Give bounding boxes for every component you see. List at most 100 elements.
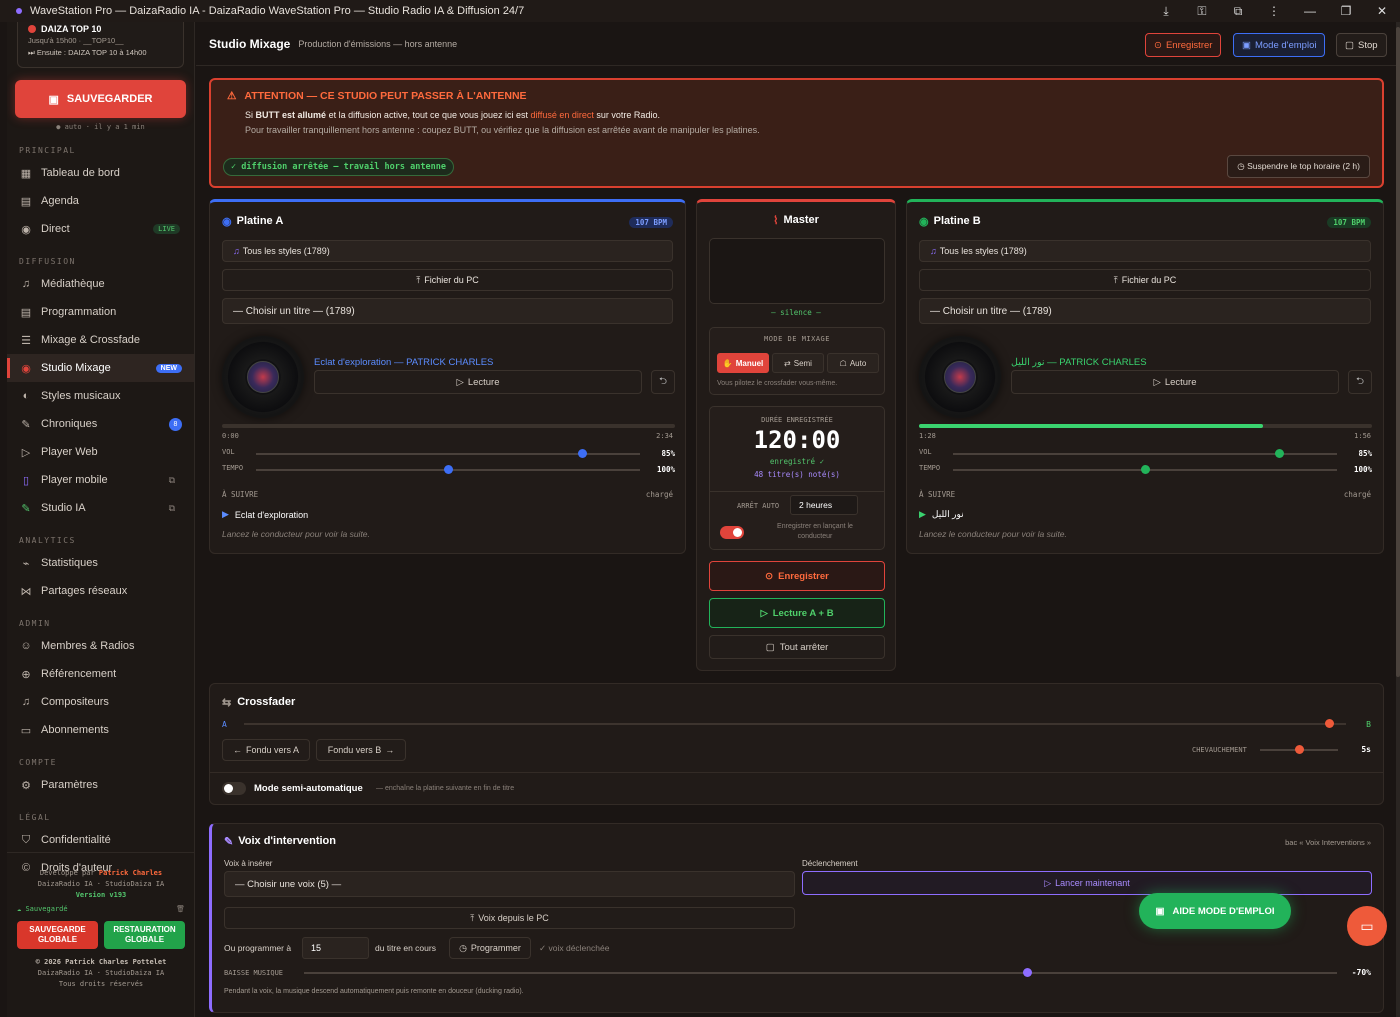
- deck-b-volume-knob[interactable]: [1275, 449, 1285, 458]
- duck-value: -70%: [1351, 968, 1371, 977]
- broadcast-status-pill: ✓ diffusion arrêtée — travail hors anten…: [223, 158, 454, 176]
- minimize-icon[interactable]: —: [1292, 4, 1328, 18]
- deck-a-time-total: 2:34: [656, 432, 673, 440]
- stop-all-button[interactable]: ▢ Tout arrêter: [709, 635, 885, 659]
- program-button[interactable]: ◷ Programmer: [449, 937, 531, 959]
- help-manual-button[interactable]: ▣ AIDE MODE D'EMPLOI: [1139, 893, 1291, 929]
- mode-semi-button[interactable]: ⇄ Semi: [772, 353, 824, 373]
- sidebar-item-chroniques[interactable]: ✎ Chroniques 8: [7, 410, 194, 438]
- semi-auto-toggle[interactable]: [222, 782, 246, 795]
- now-playing-line2: ⏭ Ensuite : DAIZA TOP 10 à 14h00: [28, 48, 147, 57]
- palette-icon: ◐: [22, 390, 30, 402]
- launch-now-button[interactable]: ▷ Lancer maintenant: [802, 871, 1372, 895]
- sidebar-item-studio-mixage[interactable]: ◉ Studio Mixage NEW: [7, 354, 194, 382]
- deck-a-track-select[interactable]: — Choisir un titre — (1789): [222, 298, 673, 324]
- sidebar-item-membres[interactable]: ☺ Membres & Radios: [7, 632, 194, 660]
- deck-b-volume[interactable]: VOL 85%: [919, 448, 1372, 460]
- deck-b-title: Platine B: [933, 215, 981, 227]
- deck-a-play-button[interactable]: ▷ Lecture: [314, 370, 642, 394]
- more-icon[interactable]: ⋮: [1256, 4, 1292, 18]
- deck-b-progress[interactable]: [919, 424, 1372, 428]
- sidebar-item-compositeurs[interactable]: ♫ Compositeurs: [7, 688, 194, 716]
- play-ab-button[interactable]: ▷ Lecture A + B: [709, 598, 885, 628]
- warning-icon: ⚠: [227, 90, 237, 102]
- deck-b-tempo[interactable]: TEMPO 100%: [919, 464, 1372, 476]
- download-icon[interactable]: ⤓: [1148, 4, 1184, 19]
- deck-a-volume-knob[interactable]: [578, 449, 588, 458]
- sidebar-item-mixage[interactable]: ☰ Mixage & Crossfade: [7, 326, 194, 354]
- deck-b-file-button[interactable]: ⤒ Fichier du PC: [919, 269, 1371, 291]
- restore-icon[interactable]: ❐: [1328, 4, 1364, 18]
- trash-icon[interactable]: 🗑: [176, 905, 185, 913]
- header-manual-button[interactable]: ▣ Mode d'emploi: [1233, 33, 1326, 57]
- deck-a-loop-button[interactable]: ⮌: [651, 370, 675, 394]
- sidebar-item-programmation[interactable]: ▤ Programmation: [7, 298, 194, 326]
- deck-a-progress[interactable]: [222, 424, 675, 428]
- voice-select[interactable]: — Choisir une voix (5) —: [224, 871, 795, 897]
- duration-label: DURÉE ENREGISTRÉE: [761, 416, 833, 424]
- music-icon: ♫: [21, 696, 31, 708]
- sidebar-item-dashboard[interactable]: ▦ Tableau de bord: [7, 159, 194, 187]
- chat-button[interactable]: ▭: [1347, 906, 1387, 946]
- duck-slider[interactable]: [304, 968, 1337, 977]
- deck-b-style-select[interactable]: ♫ Tous les styles (1789): [919, 240, 1371, 262]
- sidebar-item-mediatheque[interactable]: ♫ Médiathèque: [7, 270, 194, 298]
- global-restore-button[interactable]: RESTAURATION GLOBALE: [104, 921, 185, 949]
- page-header: Studio Mixage Production d'émissions — h…: [196, 22, 1400, 66]
- master-record-button[interactable]: ⊙ Enregistrer: [709, 561, 885, 591]
- sidebar-item-agenda[interactable]: ▤ Agenda: [7, 187, 194, 215]
- header-stop-button[interactable]: ▢ Stop: [1336, 33, 1387, 57]
- sidebar-item-direct[interactable]: ◉ Direct LIVE: [7, 215, 194, 243]
- deck-a-next-track[interactable]: ▶ Eclat d'exploration: [222, 509, 308, 520]
- fade-to-b-button[interactable]: Fondu vers B →: [316, 739, 406, 761]
- play-icon: ▷: [1153, 376, 1161, 388]
- auto-stop-select[interactable]: 2 heures: [790, 495, 858, 515]
- overlap-slider[interactable]: [1260, 745, 1338, 754]
- sidebar-item-referencement[interactable]: ⊕ Référencement: [7, 660, 194, 688]
- close-icon[interactable]: ✕: [1364, 4, 1400, 18]
- deck-b-play-button[interactable]: ▷ Lecture: [1011, 370, 1339, 394]
- sidebar-item-stats[interactable]: ⌁ Statistiques: [7, 549, 194, 577]
- warning-line2: Pour travailler tranquillement hors ante…: [245, 125, 760, 135]
- sidebar-item-player-mobile[interactable]: ▯ Player mobile ⧉: [7, 466, 194, 494]
- sidebar-item-abonnements[interactable]: ▭ Abonnements: [7, 716, 194, 744]
- now-playing-card[interactable]: DAIZA TOP 10 Jusqu'à 15h00 · __TOP10__ ⏭…: [17, 22, 184, 68]
- sidebar-item-studio-ia[interactable]: ✎ Studio IA ⧉: [7, 494, 194, 522]
- deck-b-tempo-knob[interactable]: [1141, 465, 1150, 474]
- clock-icon: ◷: [1237, 161, 1245, 171]
- deck-b-next-track[interactable]: ▶ نور الليل: [919, 509, 964, 520]
- header-record-button[interactable]: ⊙ Enregistrer: [1145, 33, 1222, 57]
- crossfader-slider[interactable]: [244, 719, 1346, 728]
- global-save-button[interactable]: SAUVEGARDE GLOBALE: [17, 921, 98, 949]
- deck-a-tempo-knob[interactable]: [444, 465, 453, 474]
- key-icon[interactable]: ⚿: [1184, 4, 1220, 19]
- sidebar-item-parametres[interactable]: ⚙ Paramètres: [7, 771, 194, 799]
- schedule-input[interactable]: 15: [302, 937, 369, 959]
- sidebar-item-partages[interactable]: ⋈ Partages réseaux: [7, 577, 194, 605]
- record-on-launch-toggle[interactable]: [720, 526, 744, 539]
- duck-knob[interactable]: [1023, 968, 1033, 977]
- sidebar-item-confidentialite[interactable]: ⛉ Confidentialité: [7, 826, 194, 854]
- deck-a-volume[interactable]: VOL 85%: [222, 448, 675, 460]
- deck-a: ◉ Platine A 107 BPM ♫ Tous les styles (178…: [209, 199, 686, 554]
- deck-a-tempo[interactable]: TEMPO 100%: [222, 464, 675, 476]
- voice-pc-button[interactable]: ⤒ Voix depuis le PC: [224, 907, 795, 929]
- recording-box: DURÉE ENREGISTRÉE 120:00 enregistré ✓ 48…: [709, 406, 885, 550]
- deck-a-file-button[interactable]: ⤒ Fichier du PC: [222, 269, 673, 291]
- deck-b-track-select[interactable]: — Choisir un titre — (1789): [919, 298, 1371, 324]
- sidebar-item-styles[interactable]: ◐ Styles musicaux: [7, 382, 194, 410]
- mode-auto-button[interactable]: ☖ Auto: [827, 353, 879, 373]
- deck-b-loop-button[interactable]: ⮌: [1348, 370, 1372, 394]
- extensions-icon[interactable]: ⧉: [1220, 4, 1256, 19]
- mix-mode-hint: Vous pilotez le crossfader vous-même.: [717, 380, 838, 387]
- sidebar-item-player-web[interactable]: ▷ Player Web: [7, 438, 194, 466]
- fade-to-a-button[interactable]: ← Fondu vers A: [222, 739, 310, 761]
- mode-manuel-button[interactable]: ✋ Manuel: [717, 353, 769, 373]
- save-button[interactable]: ▣ SAUVEGARDER: [15, 80, 186, 118]
- deck-a-style-select[interactable]: ♫ Tous les styles (1789): [222, 240, 673, 262]
- page-scrollbar[interactable]: [1396, 22, 1400, 1017]
- overlap-knob[interactable]: [1295, 745, 1304, 754]
- suspend-top-button[interactable]: ◷ Suspendre le top horaire (2 h): [1227, 155, 1370, 178]
- crossfader-knob[interactable]: [1325, 719, 1335, 728]
- titles-noted: 48 titre(s) noté(s): [754, 470, 840, 479]
